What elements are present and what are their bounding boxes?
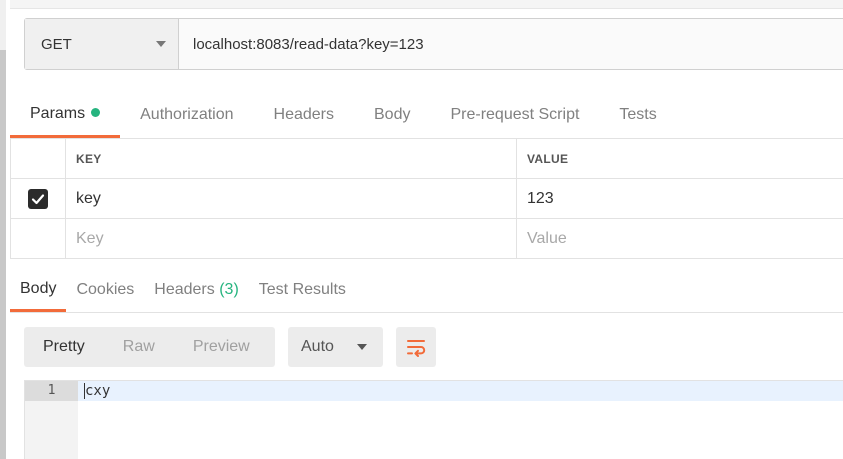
wrap-lines-icon xyxy=(407,340,426,357)
chevron-down-icon xyxy=(156,41,166,47)
tab-headers[interactable]: Headers xyxy=(254,92,354,138)
table-row: key 123 xyxy=(10,179,843,219)
response-tab-cookies-label: Cookies xyxy=(76,281,135,298)
new-row-check-cell xyxy=(10,219,66,258)
value-column-header: VALUE xyxy=(527,151,569,166)
param-enabled-checkbox[interactable] xyxy=(28,188,48,209)
request-url-bar: GET xyxy=(24,18,843,70)
scrollbar-thumb[interactable] xyxy=(0,50,6,459)
tab-authorization-label: Authorization xyxy=(140,106,234,123)
params-indicator-dot xyxy=(91,108,101,118)
headers-count-badge: (3) xyxy=(219,281,239,298)
url-input[interactable] xyxy=(179,19,843,69)
left-scrollbar[interactable] xyxy=(0,0,6,459)
new-value-field[interactable]: Value xyxy=(517,219,843,258)
method-label: GET xyxy=(41,35,72,53)
line-number: 1 xyxy=(25,381,78,401)
response-tab-test-results-label: Test Results xyxy=(258,281,346,298)
response-body-viewer[interactable]: 1 cxy xyxy=(24,380,843,459)
format-select[interactable]: Auto xyxy=(288,327,383,367)
tab-headers-label: Headers xyxy=(273,106,334,123)
tab-tests[interactable]: Tests xyxy=(599,92,676,138)
params-table: KEY VALUE key 123 Key Value xyxy=(10,139,843,259)
active-line-highlight xyxy=(78,381,843,401)
key-column-header: KEY xyxy=(66,139,517,178)
response-tab-headers[interactable]: Headers (3) xyxy=(144,268,249,312)
row-check-cell xyxy=(10,179,66,218)
view-raw-button[interactable]: Raw xyxy=(104,327,174,367)
wrap-lines-button[interactable] xyxy=(396,327,436,367)
header-check-cell xyxy=(10,139,66,178)
request-tabs: Params Authorization Headers Body Pre-re… xyxy=(10,92,843,139)
response-tab-test-results[interactable]: Test Results xyxy=(249,268,356,312)
tab-authorization[interactable]: Authorization xyxy=(120,92,253,138)
top-divider xyxy=(10,0,843,9)
method-select[interactable]: GET xyxy=(25,19,179,69)
response-tab-cookies[interactable]: Cookies xyxy=(66,268,144,312)
format-select-label: Auto xyxy=(301,338,334,355)
tab-body-label: Body xyxy=(374,106,411,123)
new-param-row: Key Value xyxy=(10,219,843,259)
view-mode-toggle: Pretty Raw Preview xyxy=(24,327,275,367)
new-key-field[interactable]: Key xyxy=(66,219,517,258)
view-preview-button[interactable]: Preview xyxy=(174,327,269,367)
params-header-row: KEY VALUE xyxy=(10,139,843,179)
view-pretty-button[interactable]: Pretty xyxy=(24,327,104,367)
checkmark-icon xyxy=(31,193,45,204)
chevron-down-icon xyxy=(357,344,367,350)
tab-pre-request-script-label: Pre-request Script xyxy=(450,106,580,123)
tab-params[interactable]: Params xyxy=(10,92,121,138)
tab-params-label: Params xyxy=(30,105,86,122)
response-tab-headers-label: Headers xyxy=(154,281,215,298)
response-line-text: cxy xyxy=(85,383,111,399)
response-tab-body[interactable]: Body xyxy=(10,268,67,312)
response-tabs: Body Cookies Headers (3) Test Results xyxy=(10,268,843,313)
param-key-field[interactable]: key xyxy=(66,179,517,218)
tab-body[interactable]: Body xyxy=(354,92,430,138)
param-value-field[interactable]: 123 xyxy=(517,179,843,218)
tab-tests-label: Tests xyxy=(619,106,657,123)
text-cursor xyxy=(84,383,85,399)
response-tab-body-label: Body xyxy=(20,280,57,297)
tab-pre-request-script[interactable]: Pre-request Script xyxy=(430,92,599,138)
